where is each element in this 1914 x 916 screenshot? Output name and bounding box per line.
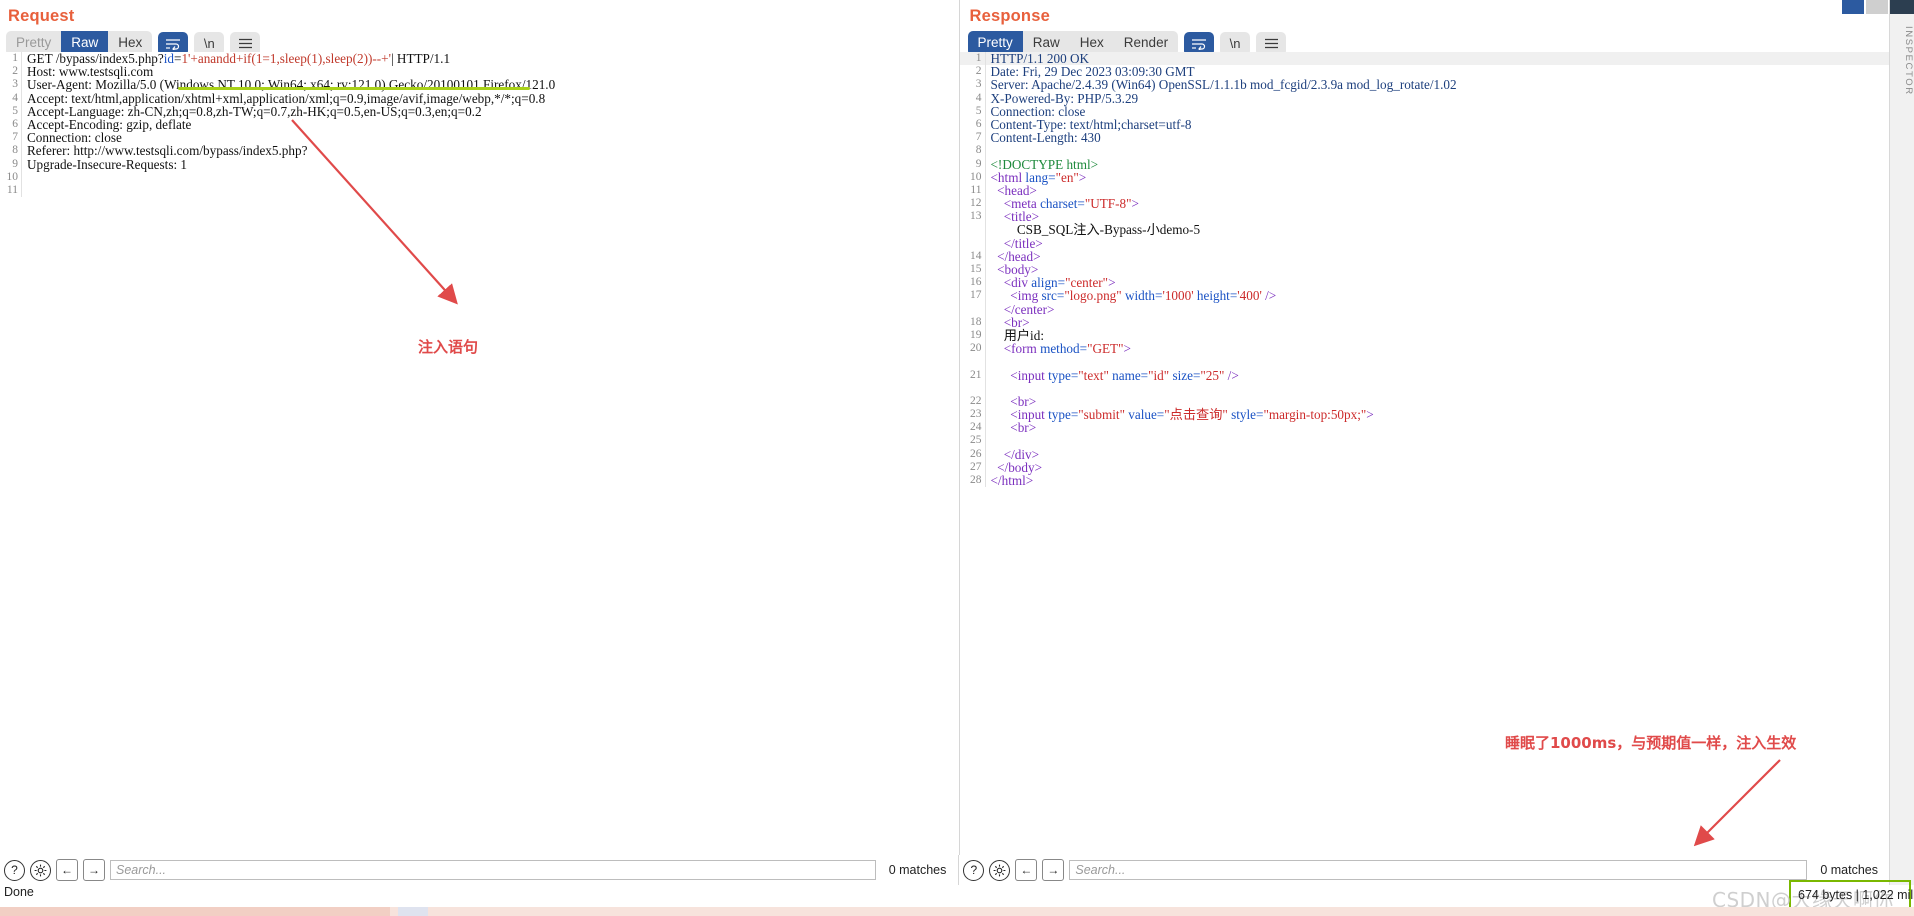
injection-arrow xyxy=(291,119,1781,847)
sleep-result-note: 睡眠了1000ms，与预期值一样，注入生效 xyxy=(1505,734,1797,752)
burp-repeater-window: Request Pretty Raw Hex \n 1 GET /bypass/i… xyxy=(0,0,1914,916)
taskbar xyxy=(0,907,1914,916)
taskbar-segment-active xyxy=(398,907,428,916)
taskbar-segment-left xyxy=(0,907,390,916)
injection-statement-note: 注入语句 xyxy=(418,338,479,356)
footer-size-timing: 674 bytes | 1,022 millis xyxy=(1798,888,1914,902)
